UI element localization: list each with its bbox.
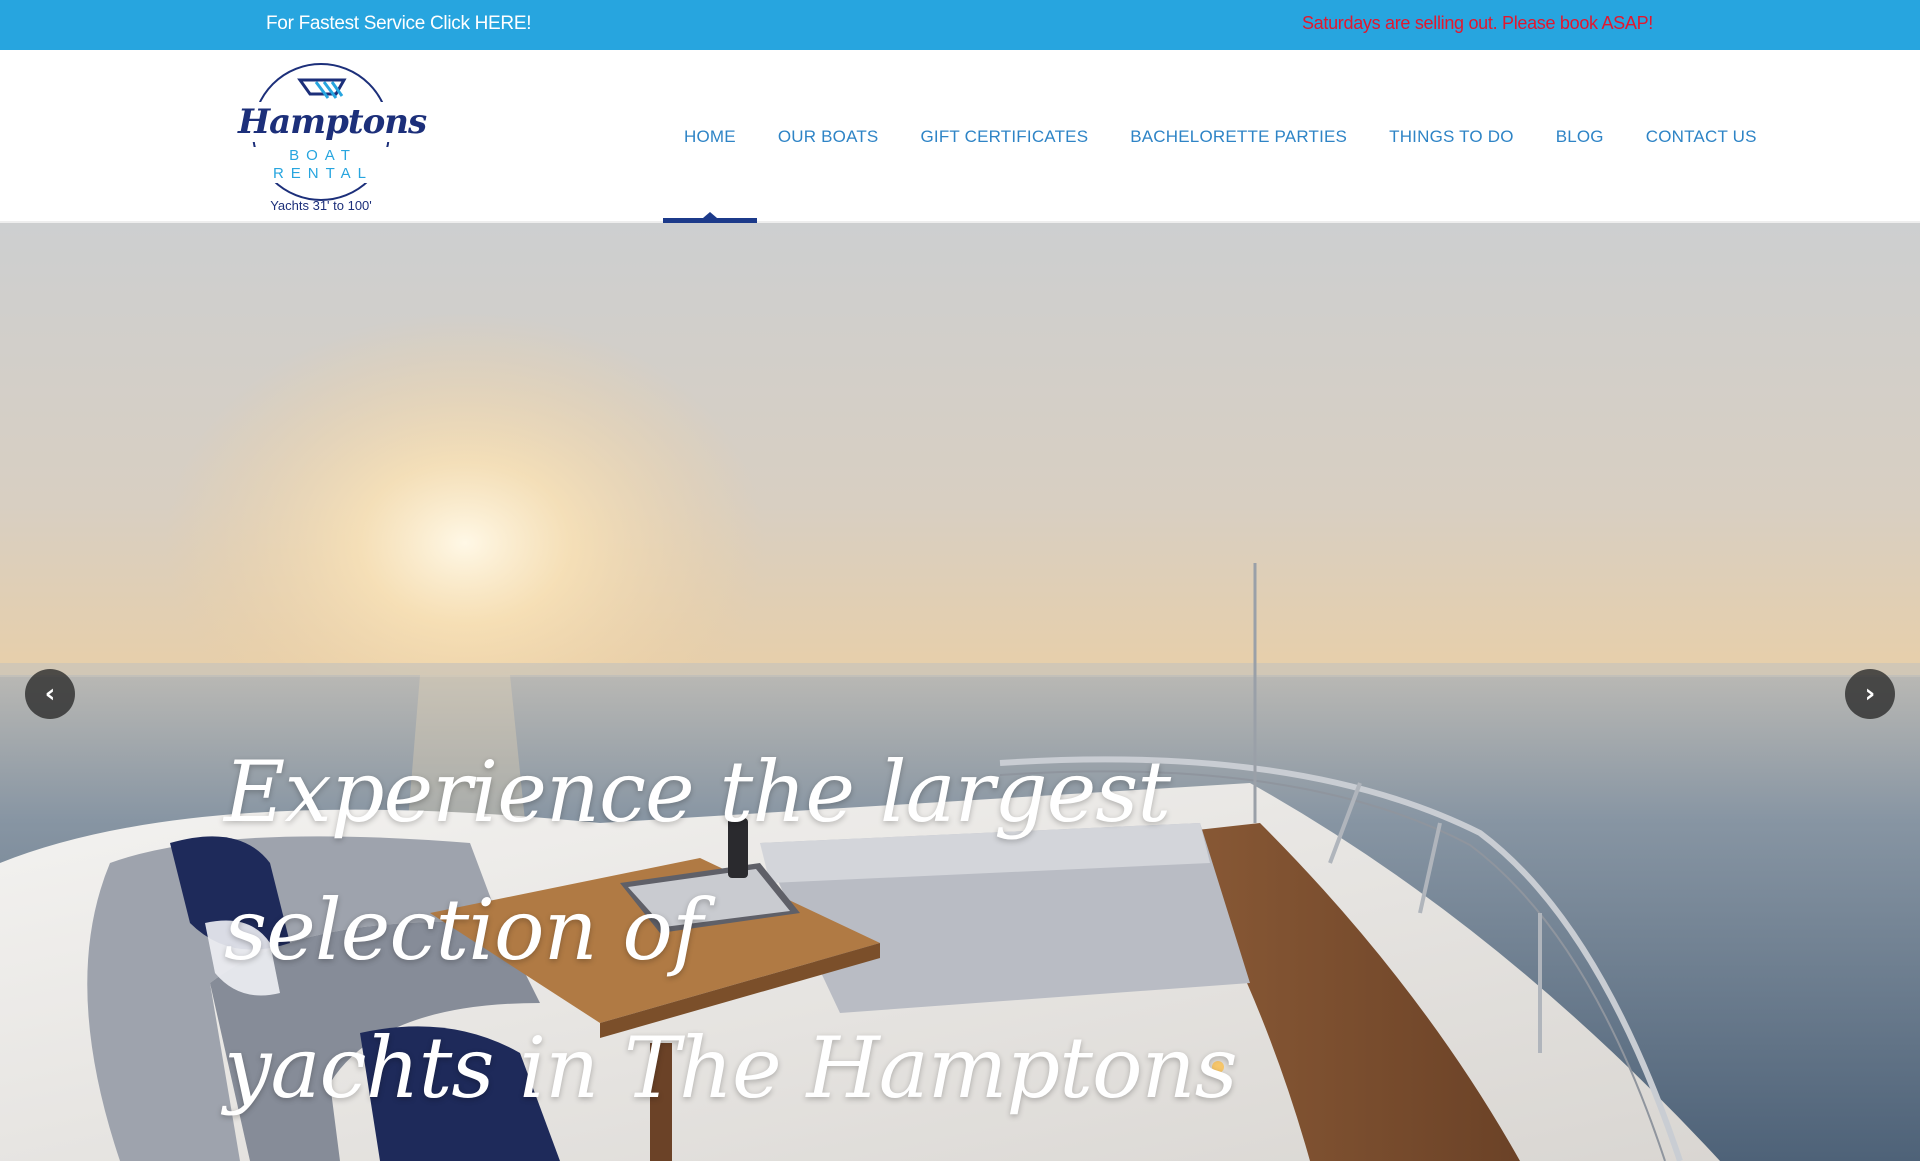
nav-item-bachelorette-parties[interactable]: BACHELORETTE PARTIES: [1109, 50, 1368, 223]
slider-next-button[interactable]: ›: [1845, 669, 1895, 719]
booking-notice: Saturdays are selling out. Please book A…: [1301, 13, 1653, 33]
slider-prev-button[interactable]: ‹: [25, 669, 75, 719]
nav-item-blog[interactable]: BLOG: [1535, 50, 1625, 223]
nav-item-contact-us[interactable]: CONTACT US: [1625, 50, 1778, 223]
site-header: Hamptons BOAT RENTAL Yachts 31' to 100' …: [0, 50, 1920, 223]
top-bar: For Fastest Service Click HERE! Saturday…: [0, 0, 1920, 50]
nav-item-things-to-do[interactable]: THINGS TO DO: [1368, 50, 1535, 223]
nav-item-home[interactable]: HOME: [663, 50, 757, 223]
chevron-right-icon: ›: [1864, 679, 1876, 709]
site-logo[interactable]: Hamptons BOAT RENTAL Yachts 31' to 100': [232, 60, 427, 218]
hero-slider: ‹ › Experience the largest selection of …: [0, 223, 1920, 1161]
nav-item-gift-certificates[interactable]: GIFT CERTIFICATES: [899, 50, 1109, 223]
hero-headline-line-1: Experience the largest selection of: [224, 743, 1171, 979]
nav-item-our-boats[interactable]: OUR BOATS: [757, 50, 900, 223]
logo-subtitle: BOAT RENTAL: [236, 147, 410, 183]
fastest-service-link[interactable]: For Fastest Service Click HERE!: [266, 13, 532, 35]
main-nav: HOME OUR BOATS GIFT CERTIFICATES BACHELO…: [663, 50, 1778, 223]
hero-headline-line-2: yachts in The Hamptons: [224, 1019, 1238, 1117]
logo-wordmark: Hamptons: [238, 102, 427, 142]
hero-headline: Experience the largest selection of yach…: [224, 723, 1424, 1137]
logo-tagline: Yachts 31' to 100': [270, 198, 372, 213]
chevron-left-icon: ‹: [44, 679, 56, 709]
